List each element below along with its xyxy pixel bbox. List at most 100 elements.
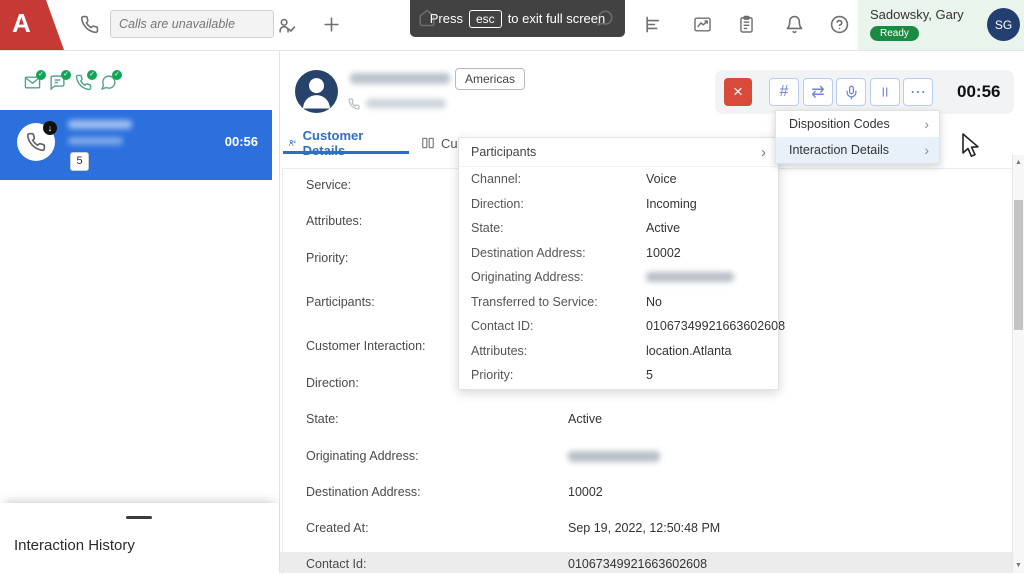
email-channel-icon[interactable]: ✓ [24, 70, 46, 91]
popup-value: location.Atlanta [646, 343, 732, 358]
popup-label: Priority: [471, 368, 514, 383]
blurred-value [568, 451, 660, 462]
trend-chart-icon[interactable] [693, 15, 712, 34]
blurred-caller-number [68, 120, 132, 129]
popup-label: State: [471, 221, 504, 236]
field-row-destination-address: Destination Address: 10002 [280, 485, 1020, 501]
drag-handle[interactable] [126, 516, 152, 519]
clipboard-icon[interactable] [737, 15, 756, 34]
phone-icon[interactable] [80, 15, 99, 34]
active-call-item[interactable]: ↓ 00:56 5 [0, 110, 272, 180]
help-icon[interactable] [830, 15, 849, 34]
home-icon [418, 9, 436, 27]
popup-value: Incoming [646, 196, 697, 211]
popup-value: No [646, 294, 662, 309]
chevron-right-icon: › [924, 142, 929, 158]
dialpad-button[interactable]: # [769, 78, 799, 106]
agent-check-icon[interactable] [277, 16, 296, 35]
contact-avatar-icon [295, 70, 338, 113]
priority-badge: 5 [70, 152, 89, 171]
interaction-history-panel: Interaction History [0, 503, 279, 573]
bar-chart-icon[interactable] [644, 15, 663, 34]
popup-row-channel: Channel: Voice [459, 167, 778, 192]
field-value: 10002 [568, 485, 603, 499]
blurred-value [646, 272, 734, 282]
field-label: Participants: [306, 295, 375, 309]
chevron-right-icon: › [761, 143, 766, 161]
chat-channel-icon[interactable]: ✓ [49, 70, 71, 91]
interaction-details-popup: Participants › Channel: Voice Direction:… [458, 137, 785, 390]
more-menu: Disposition Codes › Interaction Details … [775, 110, 940, 164]
end-call-button[interactable]: × [724, 78, 752, 106]
menu-label: Interaction Details [789, 143, 890, 157]
avatar[interactable]: SG [987, 8, 1020, 41]
avaya-logo: A [0, 0, 64, 50]
incoming-call-icon: ↓ [17, 121, 57, 161]
small-phone-icon [348, 98, 360, 110]
popup-title: Participants [471, 145, 537, 159]
logo-letter: A [12, 8, 31, 38]
field-label: Attributes: [306, 214, 363, 228]
blurred-contact-number-2 [366, 99, 446, 108]
chat-bubble-icon [596, 9, 614, 27]
scroll-up-icon[interactable]: ▲ [1013, 159, 1024, 166]
incoming-arrow-icon: ↓ [43, 121, 57, 135]
popup-label: Direction: [471, 196, 524, 211]
status-badge: Ready [870, 26, 919, 41]
field-row-state: State: Active [280, 412, 1020, 428]
popup-label: Transferred to Service: [471, 294, 598, 309]
interactions-sidebar: ✓ ✓ ✓ ✓ ↓ 00:56 5 Interaction History [0, 50, 280, 573]
menu-item-disposition-codes[interactable]: Disposition Codes › [776, 111, 939, 137]
fullscreen-toast: Press esc to exit full screen [410, 0, 625, 37]
field-value: Sep 19, 2022, 12:50:48 PM [568, 521, 721, 535]
vertical-scrollbar[interactable]: ▲ ▼ [1012, 155, 1024, 573]
popup-row-contact-id: Contact ID: 01067349921663602608 [459, 314, 785, 339]
check-icon: ✓ [112, 70, 122, 80]
mute-button[interactable] [836, 78, 866, 106]
field-label: Priority: [306, 251, 349, 265]
popup-label: Originating Address: [471, 270, 584, 285]
field-label: Contact Id: [306, 557, 367, 571]
region-tag: Americas [455, 68, 526, 90]
popup-value: 5 [646, 368, 653, 383]
field-label: Destination Address: [306, 485, 421, 499]
popup-row-priority: Priority: 5 [459, 363, 778, 388]
user-area[interactable]: Sadowsky, Gary Ready SG [858, 0, 1024, 50]
menu-item-interaction-details[interactable]: Interaction Details › [776, 137, 939, 163]
call-input[interactable] [110, 10, 274, 38]
field-value: 01067349921663602608 [568, 557, 708, 571]
field-row-contact-id: Contact Id: 01067349921663602608 [280, 557, 1020, 573]
popup-value: 10002 [646, 245, 681, 260]
interaction-main: Americas × # ⇄ ⋯ 00:56 Customer Details … [280, 50, 1024, 574]
messaging-channel-icon[interactable]: ✓ [100, 70, 122, 91]
field-label: Created At: [306, 521, 369, 535]
chevron-right-icon: › [924, 116, 929, 132]
blurred-caller-number-2 [68, 137, 123, 145]
plus-icon[interactable] [322, 15, 341, 34]
popup-row-direction: Direction: Incoming [459, 192, 778, 217]
popup-value: 01067349921663602608 [646, 319, 786, 334]
popup-row-attributes: Attributes: location.Atlanta [459, 339, 778, 364]
user-name: Sadowsky, Gary [870, 7, 964, 22]
field-label: Service: [306, 178, 352, 192]
hold-button[interactable] [870, 78, 900, 106]
toast-suffix: to exit full screen [507, 11, 606, 26]
scroll-down-icon[interactable]: ▼ [1013, 562, 1024, 569]
participants-row[interactable]: Participants › [459, 138, 778, 167]
scrollbar-thumb[interactable] [1014, 200, 1023, 330]
popup-value: Active [646, 221, 681, 236]
popup-row-destination-address: Destination Address: 10002 [459, 241, 778, 266]
popup-label: Contact ID: [471, 319, 534, 334]
bell-icon[interactable] [785, 15, 804, 34]
field-row-created-at: Created At: Sep 19, 2022, 12:50:48 PM [280, 521, 1020, 537]
more-button[interactable]: ⋯ [903, 78, 933, 106]
esc-key: esc [469, 9, 502, 28]
check-icon: ✓ [61, 70, 71, 80]
call-timer: 00:56 [224, 134, 258, 149]
popup-row-state: State: Active [459, 216, 778, 241]
voice-channel-icon[interactable]: ✓ [75, 70, 97, 91]
field-label: Originating Address: [306, 449, 419, 463]
popup-row-originating-address: Originating Address: [459, 265, 778, 290]
interaction-history-label: Interaction History [14, 537, 135, 554]
transfer-button[interactable]: ⇄ [803, 78, 833, 106]
